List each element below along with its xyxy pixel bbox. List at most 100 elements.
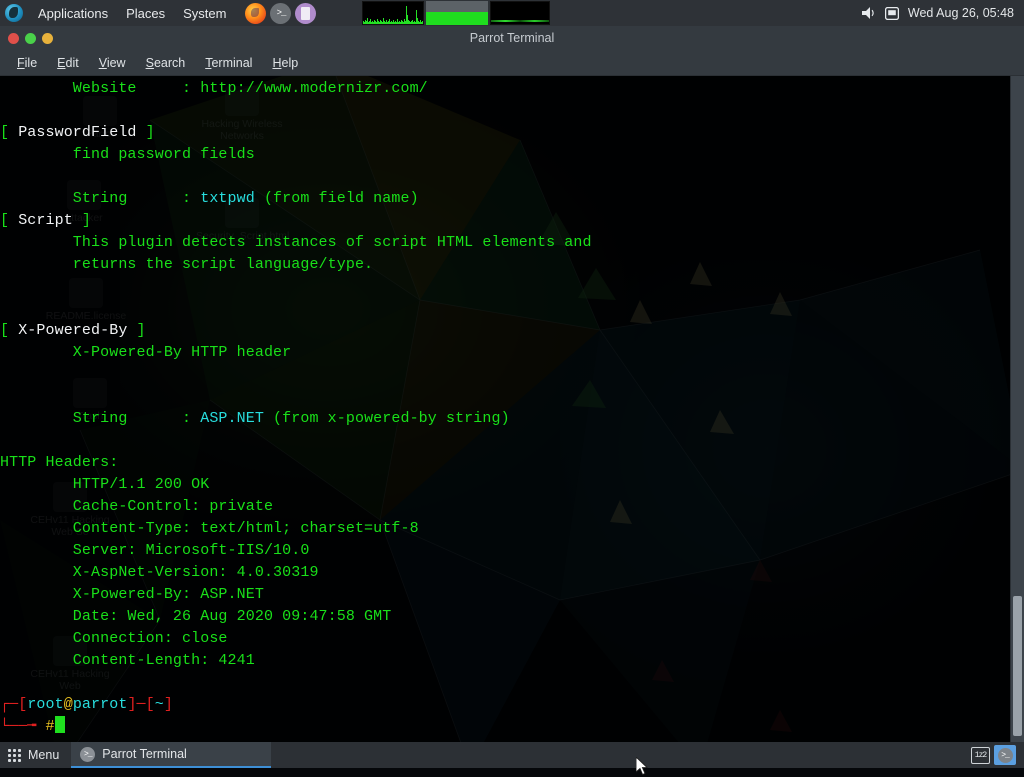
terminal-cursor — [55, 716, 65, 733]
terminal-glyph-icon: >_ — [998, 748, 1013, 763]
terminal-span: ┌─[ — [0, 696, 27, 713]
terminal-line: HTTP/1.1 200 OK — [0, 474, 1010, 496]
menu-edit[interactable]: Edit — [48, 53, 88, 73]
terminal-span: txtpwd — [200, 190, 255, 207]
terminal-line — [0, 430, 1010, 452]
terminal-line — [0, 166, 1010, 188]
panel-menu-system[interactable]: System — [174, 3, 235, 24]
terminal-output[interactable]: Website : http://www.modernizr.com/ [ Pa… — [0, 76, 1010, 742]
menu-search[interactable]: Search — [137, 53, 195, 73]
menu-terminal[interactable]: Terminal — [196, 53, 261, 73]
display-icon[interactable] — [885, 7, 899, 20]
workspace-switcher-icon[interactable]: 1z2 — [971, 747, 990, 764]
terminal-span: (from field name) — [255, 190, 419, 207]
menu-help[interactable]: Help — [263, 53, 307, 73]
terminal-span: [ — [0, 322, 18, 339]
terminal-span: find password fields — [0, 146, 255, 163]
terminal-line: find password fields — [0, 144, 1010, 166]
volume-icon[interactable] — [861, 6, 876, 20]
terminal-span: : — [182, 410, 200, 427]
terminal-span: X-Powered-By HTTP header — [0, 344, 291, 361]
taskbar-tray: 1z2 >_ — [971, 745, 1024, 765]
panel-menu-places[interactable]: Places — [117, 3, 174, 24]
terminal-span: Website — [0, 80, 182, 97]
terminal-line: returns the script language/type. — [0, 254, 1010, 276]
terminal-span: ] — [73, 212, 91, 229]
terminal-line: └──╼ # — [0, 716, 1010, 738]
terminal-line: String : ASP.NET (from x-powered-by stri… — [0, 408, 1010, 430]
cpu-spike — [422, 21, 423, 24]
panel-tray: Wed Aug 26, 05:48 — [861, 6, 1024, 20]
network-monitor-applet[interactable] — [490, 1, 550, 25]
terminal-span: Date: Wed, 26 Aug 2020 09:47:58 GMT — [0, 608, 391, 625]
terminal-span: X-Powered-By: ASP.NET — [0, 586, 264, 603]
text-editor-icon[interactable] — [295, 3, 316, 24]
terminal-span: Content-Length: 4241 — [0, 652, 255, 669]
memory-monitor-applet[interactable] — [426, 1, 488, 25]
terminal-icon[interactable]: >_ — [270, 3, 291, 24]
terminal-line: String : txtpwd (from field name) — [0, 188, 1010, 210]
terminal-line: Cache-Control: private — [0, 496, 1010, 518]
terminal-span: root — [27, 696, 63, 713]
terminal-span: Cache-Control: private — [0, 498, 273, 515]
cpu-monitor-applet[interactable] — [362, 1, 424, 25]
parrot-logo-icon[interactable] — [5, 4, 23, 22]
terminal-span: X-Powered-By — [18, 322, 127, 339]
panel-clock[interactable]: Wed Aug 26, 05:48 — [908, 6, 1014, 20]
terminal-span: # — [46, 718, 55, 735]
taskbar-window-parrot-terminal[interactable]: >_ Parrot Terminal — [71, 742, 271, 768]
terminal-line: X-AspNet-Version: 4.0.30319 — [0, 562, 1010, 584]
terminal-span: [ — [0, 212, 18, 229]
memory-fill — [426, 12, 488, 25]
terminal-span: ]─[ — [127, 696, 154, 713]
taskbar: Menu >_ Parrot Terminal 1z2 >_ — [0, 742, 1024, 768]
terminal-line — [0, 276, 1010, 298]
terminal-line: This plugin detects instances of script … — [0, 232, 1010, 254]
menu-view[interactable]: View — [90, 53, 135, 73]
terminal-line: [ Script ] — [0, 210, 1010, 232]
menu-button[interactable]: Menu — [0, 748, 71, 762]
terminal-span: X-AspNet-Version: 4.0.30319 — [0, 564, 319, 581]
terminal-line: Server: Microsoft-IIS/10.0 — [0, 540, 1010, 562]
terminal-line — [0, 100, 1010, 122]
terminal-tray-icon[interactable]: >_ — [994, 745, 1016, 765]
terminal-line — [0, 298, 1010, 320]
terminal-line: HTTP Headers: — [0, 452, 1010, 474]
terminal-span: This plugin detects instances of script … — [0, 234, 592, 251]
terminal-line: Content-Type: text/html; charset=utf-8 — [0, 518, 1010, 540]
terminal-line: X-Powered-By HTTP header — [0, 342, 1010, 364]
terminal-span: returns the script language/type. — [0, 256, 373, 273]
terminal-line: Date: Wed, 26 Aug 2020 09:47:58 GMT — [0, 606, 1010, 628]
window-list: >_ Parrot Terminal — [71, 742, 271, 768]
firefox-icon[interactable] — [245, 3, 266, 24]
terminal-span: (from x-powered-by string) — [264, 410, 510, 427]
terminal-span: ] — [137, 124, 155, 141]
terminal-span: String — [0, 410, 182, 427]
terminal-line: [ X-Powered-By ] — [0, 320, 1010, 342]
terminal-span: ] — [127, 322, 145, 339]
panel-menu-applications[interactable]: Applications — [29, 3, 117, 24]
taskbar-window-label: Parrot Terminal — [102, 747, 187, 761]
panel-applets — [362, 1, 550, 25]
terminal-line — [0, 386, 1010, 408]
scrollbar-thumb[interactable] — [1013, 596, 1022, 736]
menu-file[interactable]: File — [8, 53, 46, 73]
terminal-span: ~ — [155, 696, 164, 713]
terminal-span: PasswordField — [18, 124, 136, 141]
terminal-span: Connection: close — [0, 630, 228, 647]
terminal-line: Content-Length: 4241 — [0, 650, 1010, 672]
vertical-scrollbar[interactable] — [1010, 76, 1024, 742]
terminal-span: └──╼ — [0, 718, 46, 735]
window-title: Parrot Terminal — [0, 31, 1024, 45]
terminal-line — [0, 364, 1010, 386]
panel-launchers: >_ — [245, 3, 316, 24]
window-titlebar[interactable]: Parrot Terminal — [0, 26, 1024, 50]
terminal-span: HTTP Headers: — [0, 454, 118, 471]
terminal-body[interactable]: Website : http://www.modernizr.com/ [ Pa… — [0, 76, 1024, 742]
menu-bar: File Edit View Search Terminal Help — [0, 50, 1024, 76]
terminal-span: ASP.NET — [200, 410, 264, 427]
terminal-icon: >_ — [80, 747, 95, 762]
terminal-span: : — [182, 190, 200, 207]
terminal-span: ] — [164, 696, 173, 713]
terminal-line: [ PasswordField ] — [0, 122, 1010, 144]
